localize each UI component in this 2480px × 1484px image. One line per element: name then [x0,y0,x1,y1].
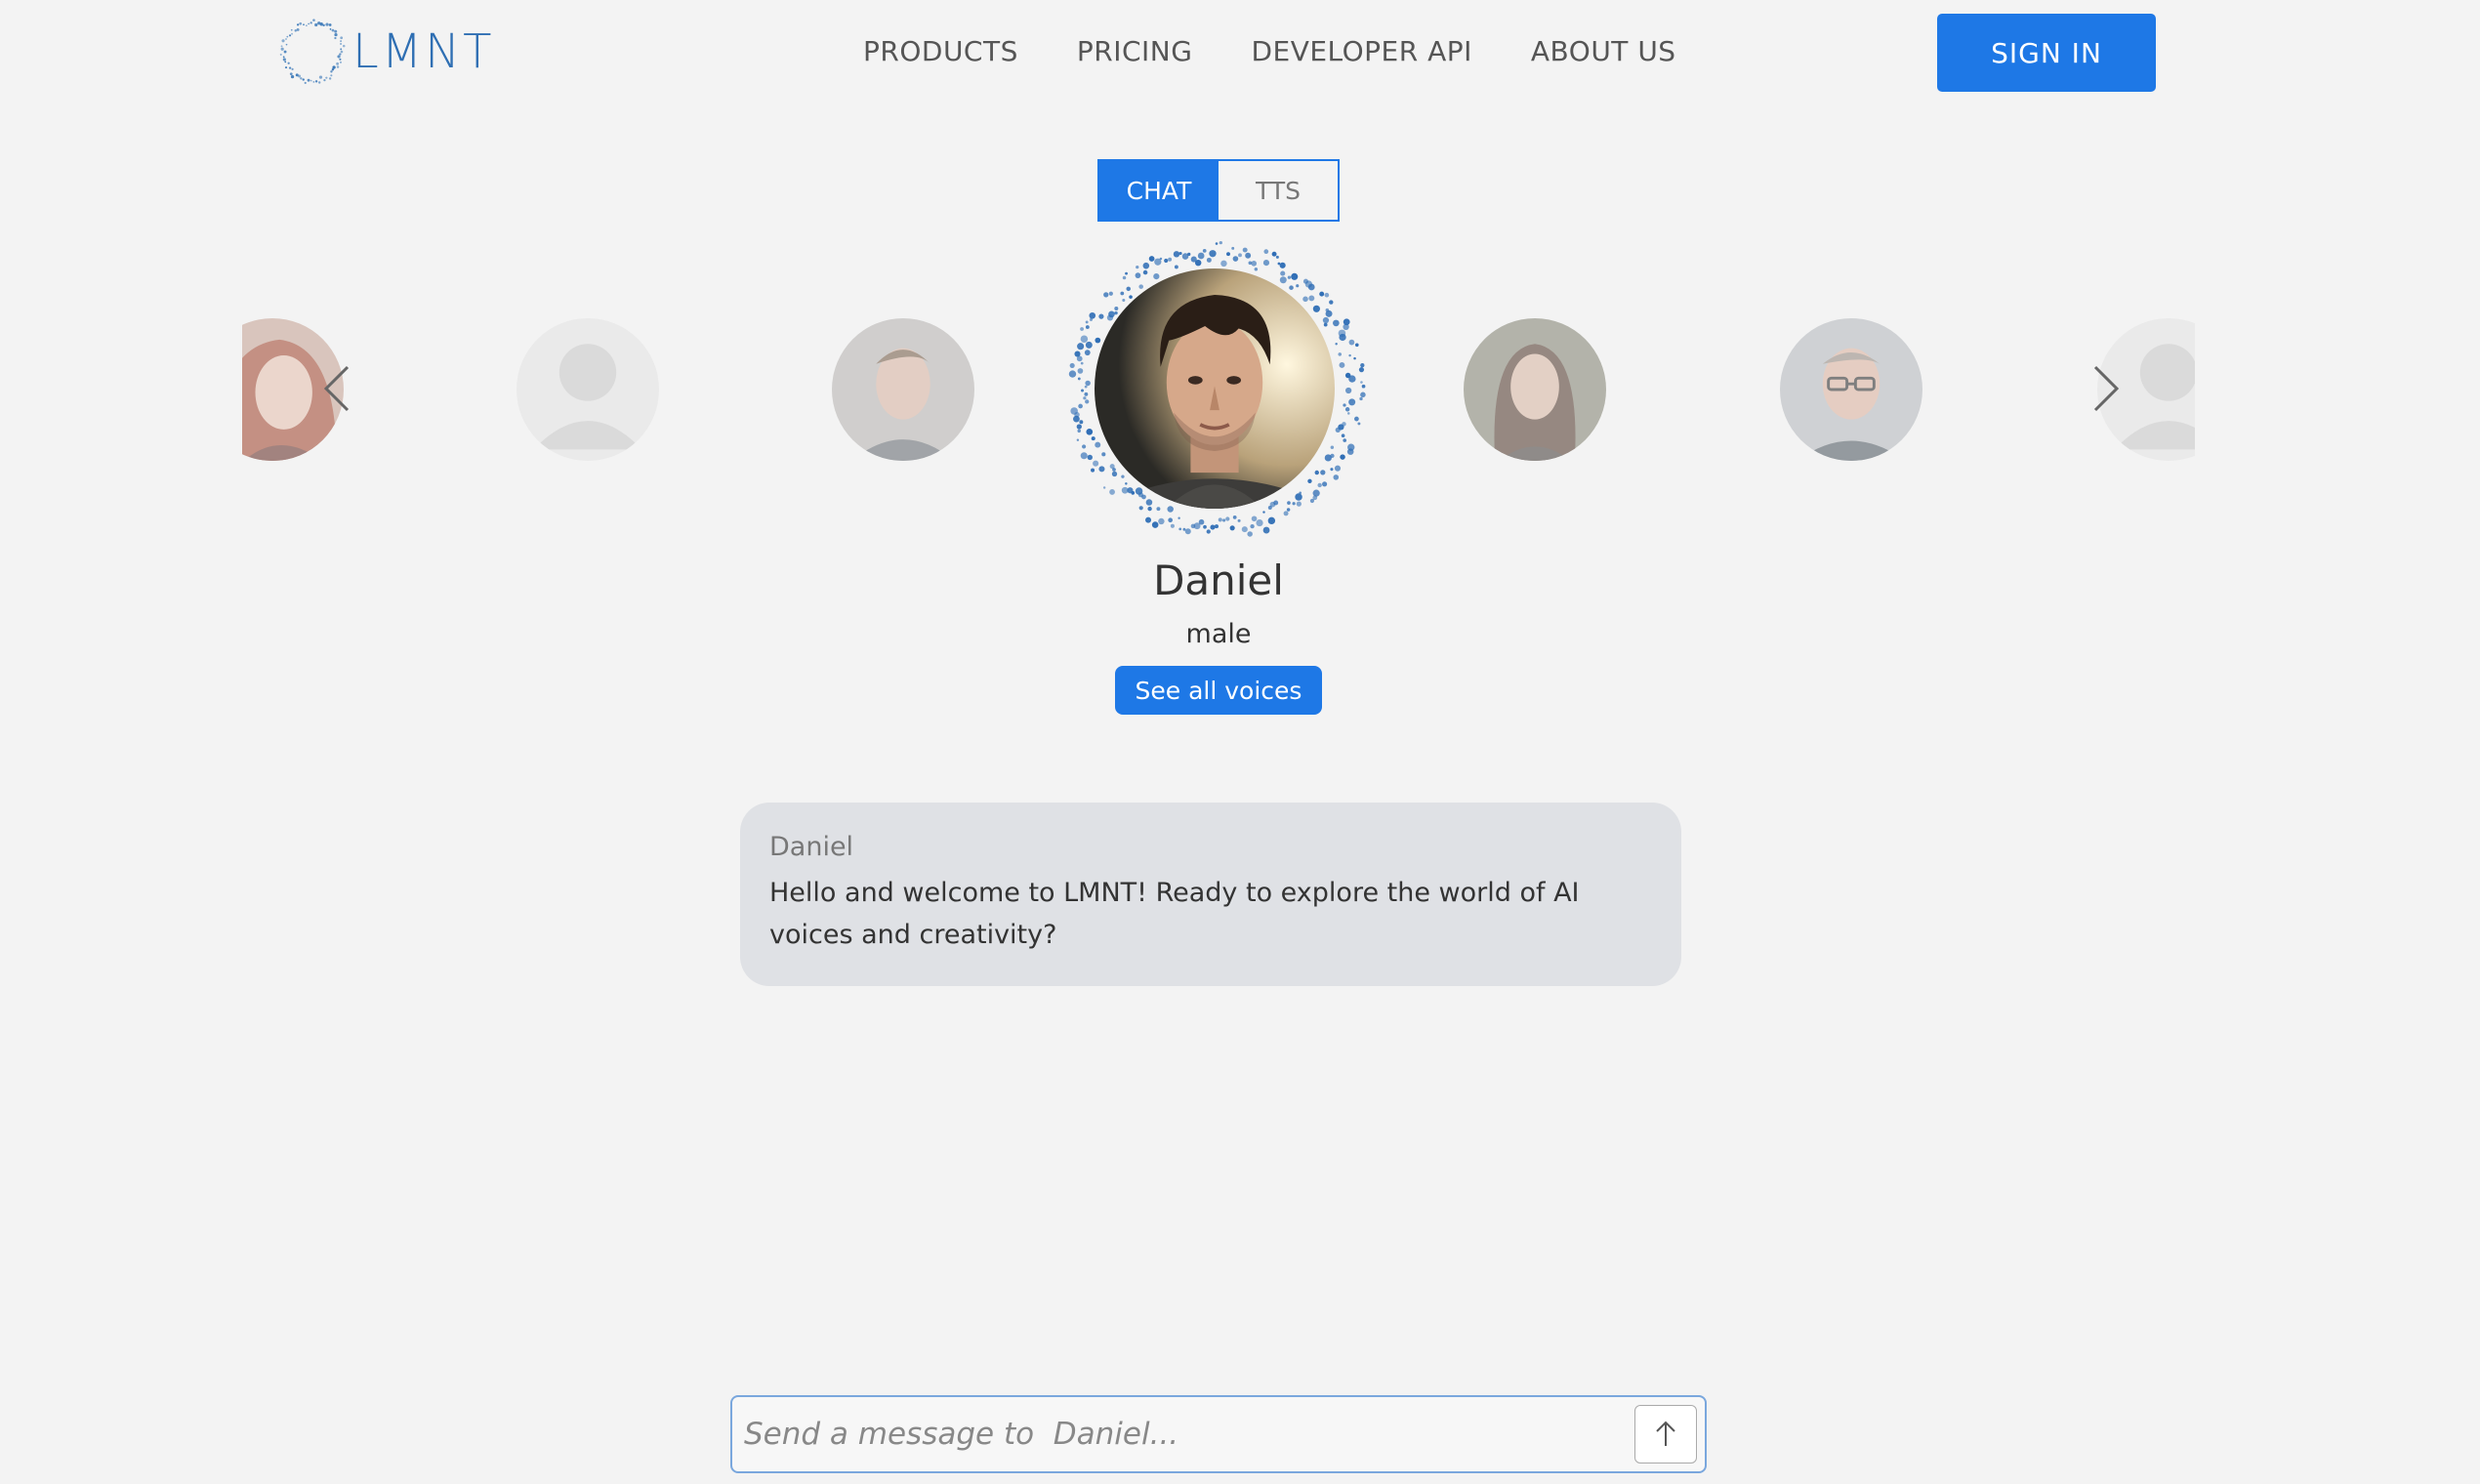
logo-ring-icon [279,19,346,85]
message-sender: Daniel [769,832,854,862]
nav-item-products[interactable]: PRODUCTS [863,35,1018,67]
mode-toggle: CHAT TTS [1097,159,1340,222]
message-text: Hello and welcome to LMNT! Ready to expl… [769,878,1580,950]
selected-voice-avatar[interactable] [1065,239,1368,542]
voice-carousel [242,234,2195,547]
voice-avatar-male-2[interactable] [1780,318,1922,461]
voice-avatar-male-1[interactable] [832,318,974,461]
send-button[interactable] [1634,1405,1697,1463]
voice-avatar-placeholder-1[interactable] [517,318,659,461]
main-nav: PRODUCTS PRICING DEVELOPER API ABOUT US [863,35,1735,67]
arrow-up-icon [1656,1421,1675,1446]
placeholder-avatar-icon [517,318,659,461]
message-input[interactable] [744,1405,1623,1463]
selected-voice-name: Daniel [1153,556,1284,604]
brand-name: LMNT [352,24,495,79]
male-glasses-portrait-icon [1780,318,1922,461]
nav-item-pricing[interactable]: PRICING [1077,35,1193,67]
nav-item-developer-api[interactable]: DEVELOPER API [1251,35,1471,67]
male-portrait-icon [832,318,974,461]
tab-chat[interactable]: CHAT [1099,161,1219,220]
brand-logo[interactable]: LMNT [278,17,494,87]
sign-in-button[interactable]: SIGN IN [1937,14,2156,92]
see-all-voices-button[interactable]: See all voices [1115,666,1322,715]
nav-item-about-us[interactable]: ABOUT US [1531,35,1676,67]
message-composer [730,1395,1707,1473]
female-portrait-icon [1464,318,1606,461]
tab-tts[interactable]: TTS [1219,161,1338,220]
chat-message-bubble: Daniel Hello and welcome to LMNT! Ready … [740,803,1681,986]
chevron-left-icon[interactable] [318,359,357,418]
voice-avatar-female-2[interactable] [1464,318,1606,461]
daniel-portrait [1095,268,1335,509]
top-navigation-bar: LMNT PRODUCTS PRICING DEVELOPER API ABOU… [0,0,2480,107]
daniel-portrait-icon [1095,268,1335,509]
selected-voice-gender: male [1185,619,1252,649]
chevron-right-icon[interactable] [2086,359,2125,418]
